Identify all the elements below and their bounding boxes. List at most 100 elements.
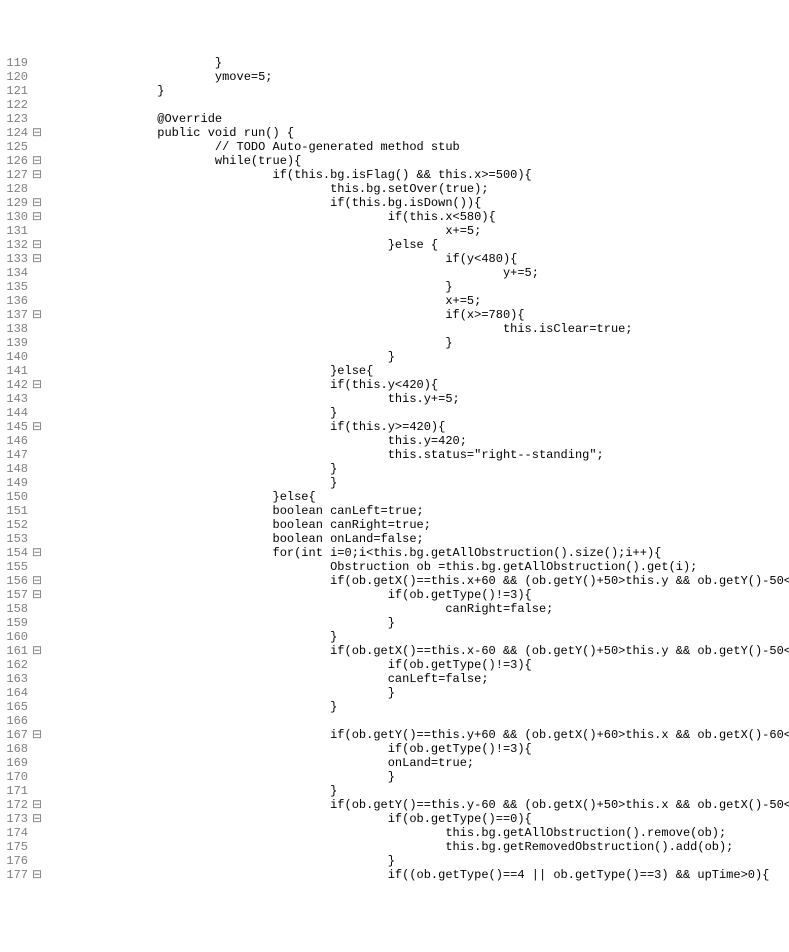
fold-marker[interactable]: ⊟ <box>32 378 42 392</box>
fold-marker[interactable]: ⊟ <box>32 196 42 210</box>
code-line[interactable]: this.bg.getAllObstruction().remove(ob); <box>42 826 789 840</box>
line-number: 145 <box>0 420 28 434</box>
code-line[interactable]: y+=5; <box>42 266 789 280</box>
code-line[interactable]: } <box>42 476 789 490</box>
fold-marker[interactable]: ⊟ <box>32 868 42 882</box>
line-number: 141 <box>0 364 28 378</box>
code-line[interactable]: ymove=5; <box>42 70 789 84</box>
line-number: 173 <box>0 812 28 826</box>
line-number: 127 <box>0 168 28 182</box>
fold-marker[interactable]: ⊟ <box>32 420 42 434</box>
fold-marker[interactable]: ⊟ <box>32 308 42 322</box>
code-line[interactable]: if(ob.getType()!=3){ <box>42 658 789 672</box>
code-line[interactable]: if(ob.getType()!=3){ <box>42 742 789 756</box>
fold-marker <box>32 784 42 798</box>
code-line[interactable]: this.status="right--standing"; <box>42 448 789 462</box>
code-line[interactable]: }else{ <box>42 364 789 378</box>
code-line[interactable]: boolean canRight=true; <box>42 518 789 532</box>
fold-marker[interactable]: ⊟ <box>32 252 42 266</box>
code-line[interactable]: boolean onLand=false; <box>42 532 789 546</box>
code-line[interactable]: if(this.y<420){ <box>42 378 789 392</box>
fold-marker[interactable]: ⊟ <box>32 588 42 602</box>
code-line[interactable]: // TODO Auto-generated method stub <box>42 140 789 154</box>
code-line[interactable]: x+=5; <box>42 294 789 308</box>
code-line[interactable]: if(y<480){ <box>42 252 789 266</box>
code-line[interactable]: } <box>42 350 789 364</box>
code-line[interactable]: canRight=false; <box>42 602 789 616</box>
code-editor[interactable]: 1191201211221231241251261271281291301311… <box>0 56 789 882</box>
code-line[interactable]: } <box>42 616 789 630</box>
fold-marker[interactable]: ⊟ <box>32 728 42 742</box>
fold-marker[interactable]: ⊟ <box>32 126 42 140</box>
code-line[interactable]: canLeft=false; <box>42 672 789 686</box>
code-line[interactable] <box>42 714 789 728</box>
code-line[interactable]: if(this.y>=420){ <box>42 420 789 434</box>
fold-marker[interactable]: ⊟ <box>32 168 42 182</box>
line-number: 130 <box>0 210 28 224</box>
code-line[interactable]: onLand=true; <box>42 756 789 770</box>
line-number: 126 <box>0 154 28 168</box>
fold-marker[interactable]: ⊟ <box>32 154 42 168</box>
fold-marker <box>32 462 42 476</box>
code-line[interactable]: this.y+=5; <box>42 392 789 406</box>
code-line[interactable]: this.y=420; <box>42 434 789 448</box>
code-line[interactable]: this.isClear=true; <box>42 322 789 336</box>
code-line[interactable]: if(ob.getY()==this.y-60 && (ob.getX()+50… <box>42 798 789 812</box>
code-line[interactable]: if((ob.getType()==4 || ob.getType()==3) … <box>42 868 789 882</box>
code-line[interactable]: Obstruction ob =this.bg.getAllObstructio… <box>42 560 789 574</box>
code-line[interactable]: if(ob.getX()==this.x-60 && (ob.getY()+50… <box>42 644 789 658</box>
code-line[interactable]: if(ob.getX()==this.x+60 && (ob.getY()+50… <box>42 574 789 588</box>
fold-marker[interactable]: ⊟ <box>32 210 42 224</box>
code-line[interactable]: if(this.bg.isDown()){ <box>42 196 789 210</box>
code-line[interactable]: if(ob.getType()==0){ <box>42 812 789 826</box>
code-line[interactable]: } <box>42 336 789 350</box>
code-line[interactable]: if(ob.getType()!=3){ <box>42 588 789 602</box>
code-line[interactable]: } <box>42 406 789 420</box>
code-line[interactable]: public void run() { <box>42 126 789 140</box>
line-number: 176 <box>0 854 28 868</box>
code-content[interactable]: } ymove=5; } @Override public void run()… <box>42 56 789 882</box>
code-line[interactable]: this.bg.getRemovedObstruction().add(ob); <box>42 840 789 854</box>
code-line[interactable]: }else{ <box>42 490 789 504</box>
fold-marker[interactable]: ⊟ <box>32 546 42 560</box>
code-line[interactable]: } <box>42 84 789 98</box>
code-line[interactable]: } <box>42 854 789 868</box>
code-line[interactable]: } <box>42 280 789 294</box>
code-line[interactable]: while(true){ <box>42 154 789 168</box>
line-number-gutter: 1191201211221231241251261271281291301311… <box>0 56 32 882</box>
line-number: 129 <box>0 196 28 210</box>
code-line[interactable]: } <box>42 56 789 70</box>
code-line[interactable]: } <box>42 770 789 784</box>
code-line[interactable]: }else { <box>42 238 789 252</box>
fold-marker[interactable]: ⊟ <box>32 574 42 588</box>
line-number: 167 <box>0 728 28 742</box>
line-number: 148 <box>0 462 28 476</box>
line-number: 174 <box>0 826 28 840</box>
code-line[interactable]: boolean canLeft=true; <box>42 504 789 518</box>
line-number: 139 <box>0 336 28 350</box>
code-line[interactable]: } <box>42 462 789 476</box>
code-line[interactable]: for(int i=0;i<this.bg.getAllObstruction(… <box>42 546 789 560</box>
code-line[interactable]: } <box>42 630 789 644</box>
line-number: 149 <box>0 476 28 490</box>
fold-gutter[interactable]: ⊟⊟⊟⊟⊟⊟⊟⊟⊟⊟⊟⊟⊟⊟⊟⊟⊟⊟ <box>32 56 42 882</box>
code-line[interactable]: } <box>42 784 789 798</box>
fold-marker <box>32 476 42 490</box>
fold-marker <box>32 84 42 98</box>
code-line[interactable]: } <box>42 686 789 700</box>
code-line[interactable]: this.bg.setOver(true); <box>42 182 789 196</box>
code-line[interactable]: if(this.bg.isFlag() && this.x>=500){ <box>42 168 789 182</box>
code-line[interactable]: if(this.x<580){ <box>42 210 789 224</box>
fold-marker[interactable]: ⊟ <box>32 798 42 812</box>
code-line[interactable]: } <box>42 700 789 714</box>
code-line[interactable] <box>42 98 789 112</box>
code-line[interactable]: @Override <box>42 112 789 126</box>
fold-marker[interactable]: ⊟ <box>32 644 42 658</box>
fold-marker[interactable]: ⊟ <box>32 812 42 826</box>
code-line[interactable]: x+=5; <box>42 224 789 238</box>
line-number: 122 <box>0 98 28 112</box>
fold-marker[interactable]: ⊟ <box>32 238 42 252</box>
code-line[interactable]: if(x>=780){ <box>42 308 789 322</box>
fold-marker <box>32 532 42 546</box>
code-line[interactable]: if(ob.getY()==this.y+60 && (ob.getX()+60… <box>42 728 789 742</box>
